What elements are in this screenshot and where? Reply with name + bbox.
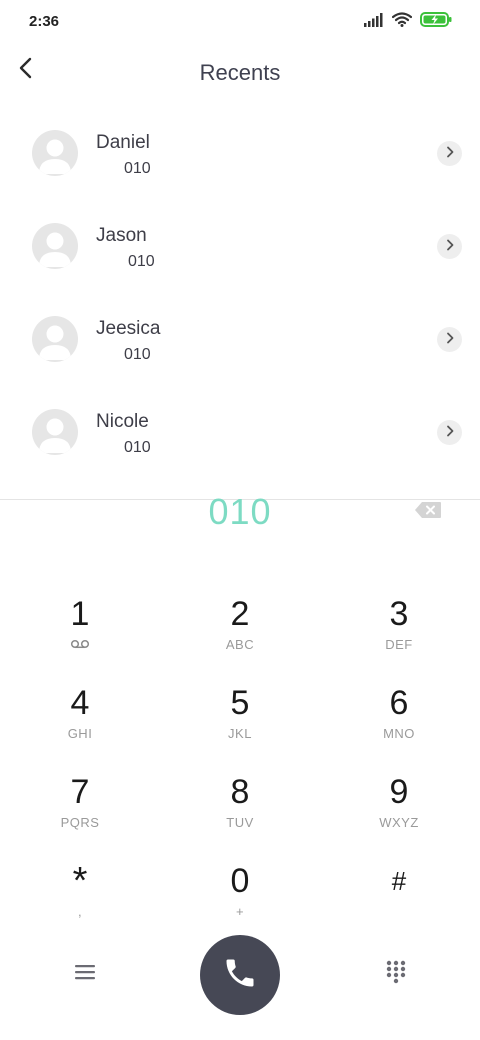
header: Recents [0, 44, 480, 100]
key-digit: 1 [70, 595, 90, 633]
key-5[interactable]: 5 JKL [180, 679, 300, 759]
key-digit: 6 [389, 684, 409, 722]
key-letters: + [235, 904, 245, 919]
signal-icon [364, 12, 384, 32]
page-title: Recents [199, 60, 281, 85]
keypad: 1 2 ABC 3 DEF 4 GHI 5 JKL 6 MNO 7 PQRS 8… [0, 590, 480, 946]
contact-number: 010 [128, 253, 155, 270]
contact-name: Jeesica [96, 318, 161, 339]
key-digit: 9 [389, 773, 409, 811]
key-digit: 4 [70, 684, 90, 722]
key-3[interactable]: 3 DEF [339, 590, 459, 670]
battery-charging-icon [420, 12, 452, 32]
contact-number: 010 [124, 439, 151, 456]
avatar [32, 130, 78, 176]
contact-detail-button[interactable] [437, 327, 462, 352]
menu-button[interactable] [70, 959, 100, 989]
status-time: 2:36 [29, 13, 60, 30]
contact-detail-button[interactable] [437, 420, 462, 445]
voicemail-icon [20, 638, 140, 652]
key-letters: JKL [228, 726, 252, 741]
key-digit: 7 [70, 773, 90, 811]
contact-detail-button[interactable] [437, 234, 462, 259]
chevron-right-icon [445, 331, 455, 349]
dialpad-toggle-button[interactable] [381, 959, 411, 989]
key-letters: DEF [385, 637, 413, 652]
avatar [32, 409, 78, 455]
recent-item[interactable]: Jason 010 [0, 200, 480, 293]
key-digit: * [72, 860, 88, 902]
key-letters: MNO [383, 726, 415, 741]
recents-list: Daniel 010 Jason 010 Jeesica 010 Nicole … [0, 107, 480, 479]
dialpad-icon [386, 960, 406, 989]
chevron-right-icon [445, 238, 455, 256]
key-digit: 2 [230, 595, 250, 633]
dialed-number: 010 [208, 491, 272, 532]
avatar [32, 316, 78, 362]
key-digit: 3 [389, 595, 409, 633]
key-7[interactable]: 7 PQRS [20, 768, 140, 848]
key-letters: GHI [67, 726, 93, 741]
avatar [32, 223, 78, 269]
call-button[interactable] [200, 935, 280, 1015]
key-digit: # [391, 866, 407, 896]
status-icons [364, 12, 452, 32]
recent-item[interactable]: Daniel 010 [0, 107, 480, 200]
key-letters: ABC [225, 637, 255, 652]
key-1[interactable]: 1 [20, 590, 140, 670]
menu-icon [75, 964, 95, 985]
key-hash[interactable]: # [339, 857, 459, 937]
contact-name: Jason [96, 225, 147, 246]
recent-item[interactable]: Nicole 010 [0, 386, 480, 479]
chevron-right-icon [445, 424, 455, 442]
keypad-row: 7 PQRS 8 TUV 9 WXYZ [0, 768, 480, 857]
bottom-bar [0, 935, 480, 1015]
key-2[interactable]: 2 ABC [180, 590, 300, 670]
keypad-row: 4 GHI 5 JKL 6 MNO [0, 679, 480, 768]
backspace-button[interactable] [414, 501, 442, 524]
wifi-icon [391, 12, 413, 32]
contact-name: Daniel [96, 132, 150, 153]
contact-number: 010 [124, 160, 151, 177]
key-letters: PQRS [60, 815, 100, 830]
backspace-icon [414, 501, 442, 524]
key-star[interactable]: * , [20, 857, 140, 937]
contact-detail-button[interactable] [437, 141, 462, 166]
recent-item[interactable]: Jeesica 010 [0, 293, 480, 386]
dialer-screen: 2:36 Recents Daniel 010 Jason 010 Jeesic… [0, 0, 480, 1040]
contact-number: 010 [124, 346, 151, 363]
key-digit: 5 [230, 684, 250, 722]
key-8[interactable]: 8 TUV [180, 768, 300, 848]
key-4[interactable]: 4 GHI [20, 679, 140, 759]
key-digit: 0 [230, 862, 250, 900]
key-digit: 8 [230, 773, 250, 811]
key-letters: WXYZ [379, 815, 419, 830]
key-6[interactable]: 6 MNO [339, 679, 459, 759]
status-bar: 2:36 [0, 0, 480, 44]
key-0[interactable]: 0 + [180, 857, 300, 937]
key-letters: TUV [226, 815, 254, 830]
keypad-row: * , 0 + # [0, 857, 480, 946]
key-letters: , [77, 904, 83, 919]
keypad-row: 1 2 ABC 3 DEF [0, 590, 480, 679]
contact-name: Nicole [96, 411, 149, 432]
key-9[interactable]: 9 WXYZ [339, 768, 459, 848]
chevron-right-icon [445, 145, 455, 163]
phone-icon [222, 955, 258, 996]
